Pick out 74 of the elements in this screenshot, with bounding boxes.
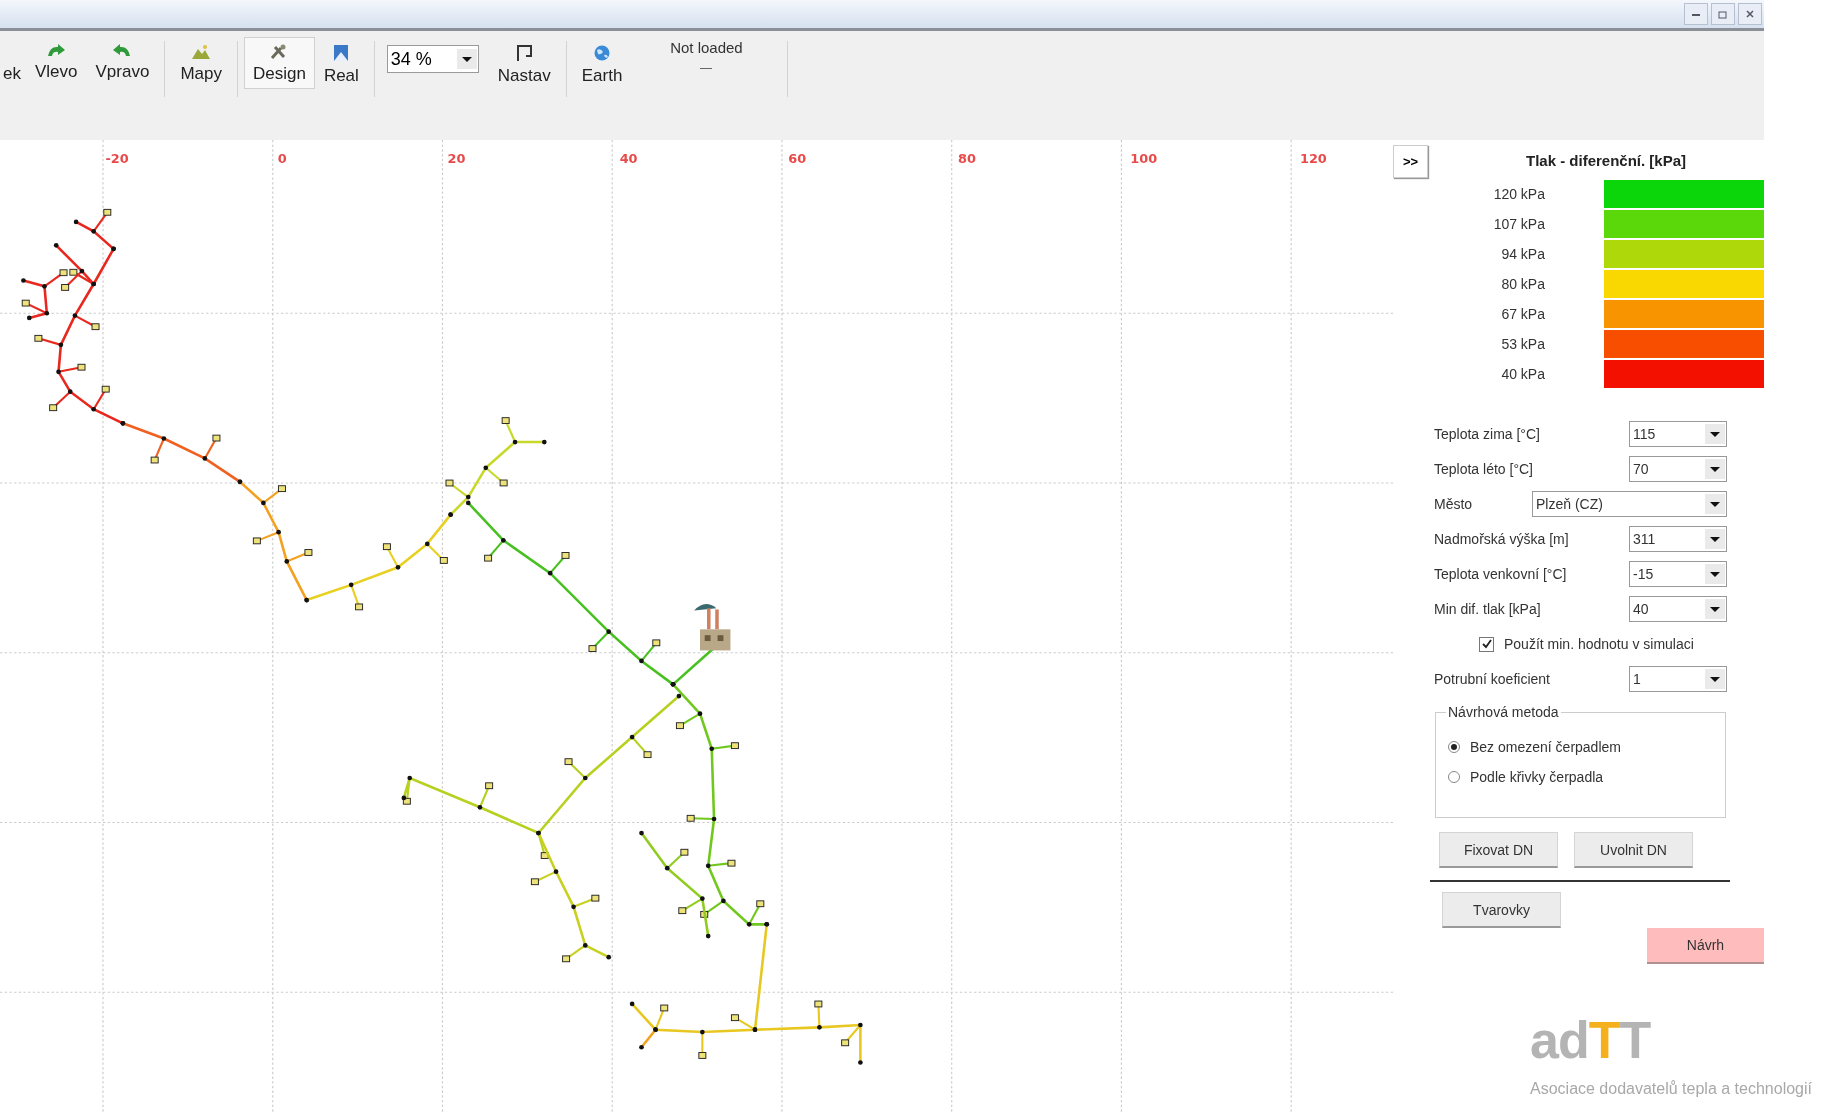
logo-tagline: Asociace dodavatelů tepla a technologií <box>1530 1080 1812 1098</box>
dropdown-field[interactable]: 40 <box>1629 596 1727 622</box>
map-icon <box>191 44 212 60</box>
axis-label: 80 <box>957 151 976 167</box>
toolbar-button[interactable]: Mapy <box>171 37 231 89</box>
legend-label: 107 kPa <box>1492 216 1545 232</box>
field-label: Teplota léto [°C] <box>1434 461 1534 477</box>
field-label: Nadmořská výška [m] <box>1434 531 1570 547</box>
field-label: Potrubní koeficient <box>1434 671 1551 687</box>
checkbox-label: Použít min. hodnotu v simulaci <box>1504 636 1694 652</box>
axis-label: 100 <box>1130 151 1158 167</box>
toolbar-button[interactable]: Real <box>314 37 368 91</box>
curved-arrow-icon <box>112 44 133 58</box>
globe-icon <box>593 44 612 62</box>
logo-wordmark: adTT <box>1530 1012 1652 1068</box>
legend-label: 94 kPa <box>1500 246 1545 262</box>
caret-icon <box>1705 424 1725 444</box>
legend-label: 120 kPa <box>1492 186 1545 202</box>
field-label: Min dif. tlak [kPa] <box>1434 601 1542 617</box>
group-title: Návrhová metoda <box>1446 704 1561 720</box>
axis-label: 120 <box>1300 151 1327 167</box>
caret-icon <box>1705 494 1725 514</box>
dropdown-field[interactable]: 115 <box>1629 421 1727 447</box>
axis-label: -20 <box>105 151 129 167</box>
checkbox[interactable] <box>1479 636 1494 652</box>
axis-label: 40 <box>619 151 638 167</box>
status-text: Not loaded <box>670 39 743 56</box>
proposal-button[interactable]: Návrh <box>1647 928 1764 964</box>
zoom-dropdown[interactable]: 34 % <box>386 45 479 73</box>
dropdown-field[interactable]: 311 <box>1629 526 1727 552</box>
radio-label: Bez omezení čerpadlem <box>1470 739 1621 755</box>
caret-icon <box>1705 599 1725 619</box>
legend-label: 80 kPa <box>1500 276 1545 292</box>
caret-icon <box>1705 564 1725 584</box>
radio-button[interactable] <box>1448 771 1460 783</box>
minimize-icon <box>1692 12 1700 16</box>
radio-button[interactable] <box>1448 741 1460 753</box>
curved-arrow-icon <box>46 44 67 58</box>
legend-title: Tlak - diferenční. [kPa] <box>1524 151 1687 169</box>
toolbar-button[interactable]: Vlevo <box>25 37 87 87</box>
legend-label: 53 kPa <box>1500 336 1545 352</box>
close-button[interactable] <box>1738 3 1762 25</box>
dropdown-field[interactable]: 70 <box>1629 456 1727 482</box>
field-label: Teplota zima [°C] <box>1434 426 1541 442</box>
toolbar-button[interactable]: Nastav <box>488 37 560 91</box>
restore-icon <box>1718 9 1728 19</box>
caret-icon <box>456 49 477 69</box>
field-label: Teplota venkovní [°C] <box>1434 566 1568 582</box>
axis-label: 60 <box>788 151 807 167</box>
legend-label: 40 kPa <box>1500 366 1545 382</box>
toolbar-button[interactable]: Earth <box>572 37 632 91</box>
toolbar-button[interactable]: ek <box>0 37 26 89</box>
dropdown-field[interactable]: -15 <box>1629 561 1727 587</box>
mountain-icon <box>332 44 351 62</box>
dn-button[interactable]: Fixovat DN <box>1439 832 1558 868</box>
corner-icon <box>515 44 534 62</box>
fittings-button[interactable]: Tvarovky <box>1442 892 1561 928</box>
caret-icon <box>1705 669 1725 689</box>
caret-icon <box>1705 529 1725 549</box>
close-icon <box>1746 10 1754 18</box>
field-label: Město <box>1434 496 1474 512</box>
dropdown-field[interactable]: 1 <box>1629 666 1727 692</box>
caret-icon <box>1705 459 1725 479</box>
radio-label: Podle křivky čerpadla <box>1470 769 1604 785</box>
dn-button[interactable]: Uvolnit DN <box>1574 832 1693 868</box>
dropdown-field[interactable]: Plzeň (CZ) <box>1532 491 1727 517</box>
legend-label: 67 kPa <box>1500 306 1545 322</box>
axis-label: 20 <box>447 151 466 167</box>
expand-button[interactable]: >> <box>1393 145 1428 178</box>
minimize-button[interactable] <box>1684 3 1708 25</box>
toolbar-button[interactable]: Vpravo <box>86 37 159 87</box>
axis-label: 0 <box>277 151 287 167</box>
toolbar-button[interactable]: Design <box>243 37 315 89</box>
factory-icon <box>694 604 731 651</box>
